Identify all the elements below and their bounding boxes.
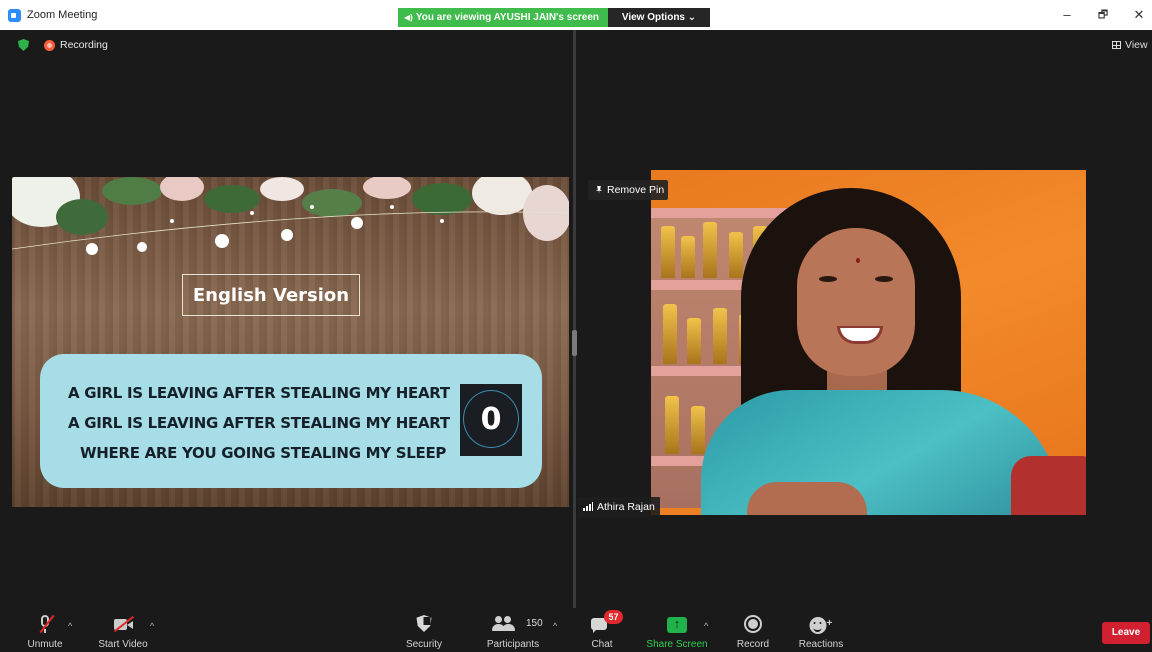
- trophy: [681, 236, 695, 278]
- share-options-caret[interactable]: ^: [704, 621, 708, 631]
- reactions-button[interactable]: + Reactions: [794, 608, 848, 652]
- trophy: [703, 222, 717, 278]
- remove-pin-button[interactable]: Remove Pin: [588, 180, 668, 200]
- speaker-icon: ◀): [404, 13, 413, 22]
- red-cushion: [1011, 456, 1086, 515]
- shared-screen: English Version A GIRL IS LEAVING AFTER …: [12, 177, 569, 507]
- chat-unread-badge: 57: [604, 610, 623, 624]
- security-button[interactable]: Security: [398, 608, 450, 652]
- zoom-app-icon: [8, 9, 21, 22]
- zoom-meeting-window: Zoom Meeting ◀) You are viewing AYUSHI JA…: [0, 0, 1152, 652]
- pin-icon: [596, 186, 602, 194]
- unmute-label: Unmute: [27, 639, 63, 650]
- trophy: [663, 304, 677, 364]
- trophy: [661, 226, 675, 278]
- unmute-button[interactable]: Unmute: [16, 608, 74, 652]
- encryption-shield-icon[interactable]: [18, 39, 29, 51]
- meeting-toolbar: Unmute ^ Start Video ^ Security 150 Part…: [0, 608, 1152, 652]
- view-label: View: [1125, 39, 1148, 51]
- english-version-box: English Version: [182, 274, 360, 316]
- participants-options-caret[interactable]: ^: [553, 621, 557, 631]
- participant-name: Athira Rajan: [597, 501, 655, 513]
- security-shield-icon: [416, 615, 432, 632]
- participants-icon: [492, 615, 516, 633]
- participants-button[interactable]: 150 Participants: [482, 608, 544, 652]
- view-options-button[interactable]: View Options ⌄: [608, 8, 710, 27]
- video-options-caret[interactable]: ^: [150, 621, 154, 631]
- trophy: [729, 232, 743, 278]
- participants-label: Participants: [486, 639, 540, 650]
- trophy: [713, 308, 727, 364]
- trophy: [687, 318, 701, 364]
- record-icon: [744, 615, 762, 633]
- leave-button[interactable]: Leave: [1102, 622, 1150, 644]
- participant-name-tag: Athira Rajan: [578, 497, 660, 517]
- participant-face: [797, 228, 915, 376]
- title-bar: Zoom Meeting ◀) You are viewing AYUSHI JA…: [0, 0, 1152, 30]
- start-video-label: Start Video: [98, 639, 148, 650]
- participant-eye: [819, 276, 837, 282]
- remove-pin-label: Remove Pin: [607, 184, 665, 196]
- participant-eye: [875, 276, 893, 282]
- reactions-smiley-icon: +: [809, 617, 832, 634]
- lyric-line-2: A GIRL IS LEAVING AFTER STEALING MY HEAR…: [68, 414, 450, 432]
- participant-hand: [747, 482, 867, 515]
- audio-options-caret[interactable]: ^: [68, 621, 72, 631]
- restore-button[interactable]: 🗗: [1088, 5, 1118, 25]
- participant-video-tile[interactable]: [651, 170, 1086, 515]
- share-screen-button[interactable]: Share Screen: [644, 608, 710, 652]
- chat-label: Chat: [591, 639, 613, 650]
- lyrics-card: A GIRL IS LEAVING AFTER STEALING MY HEAR…: [40, 354, 542, 488]
- countdown-box: 0: [460, 384, 522, 456]
- muted-mic-icon: [35, 614, 55, 634]
- view-button[interactable]: View: [1112, 39, 1152, 51]
- participant-bindi: [856, 258, 860, 263]
- split-divider[interactable]: [573, 30, 576, 608]
- participants-count: 150: [526, 618, 543, 629]
- start-video-button[interactable]: Start Video: [90, 608, 156, 652]
- recording-indicator-icon: [44, 40, 55, 51]
- english-version-heading: English Version: [192, 284, 350, 306]
- share-screen-label: Share Screen: [646, 639, 708, 650]
- chat-button[interactable]: 57 Chat: [584, 608, 623, 652]
- record-button[interactable]: Record: [732, 608, 774, 652]
- viewing-screen-banner: ◀) You are viewing AYUSHI JAIN's screen: [398, 8, 608, 27]
- recording-label: Recording: [60, 39, 108, 51]
- viewing-screen-text: You are viewing AYUSHI JAIN's screen: [415, 12, 600, 23]
- trophy: [665, 396, 679, 454]
- grid-view-icon: [1112, 41, 1121, 49]
- countdown-number: 0: [480, 402, 502, 437]
- trophy: [691, 406, 705, 454]
- record-label: Record: [736, 639, 770, 650]
- minimize-button[interactable]: –: [1052, 5, 1082, 25]
- split-divider-handle[interactable]: [572, 330, 577, 356]
- video-off-icon: [113, 615, 135, 633]
- reactions-plus-icon: +: [826, 618, 833, 629]
- security-label: Security: [405, 639, 443, 650]
- share-screen-icon: [667, 616, 687, 633]
- window-title: Zoom Meeting: [27, 9, 98, 21]
- close-button[interactable]: ✕: [1124, 5, 1152, 25]
- floral-garland-decoration: [12, 177, 569, 255]
- reactions-label: Reactions: [798, 639, 844, 650]
- lyric-line-1: A GIRL IS LEAVING AFTER STEALING MY HEAR…: [68, 384, 450, 402]
- lyric-line-3: WHERE ARE YOU GOING STEALING MY SLEEP: [80, 444, 447, 462]
- signal-strength-icon: [583, 502, 593, 511]
